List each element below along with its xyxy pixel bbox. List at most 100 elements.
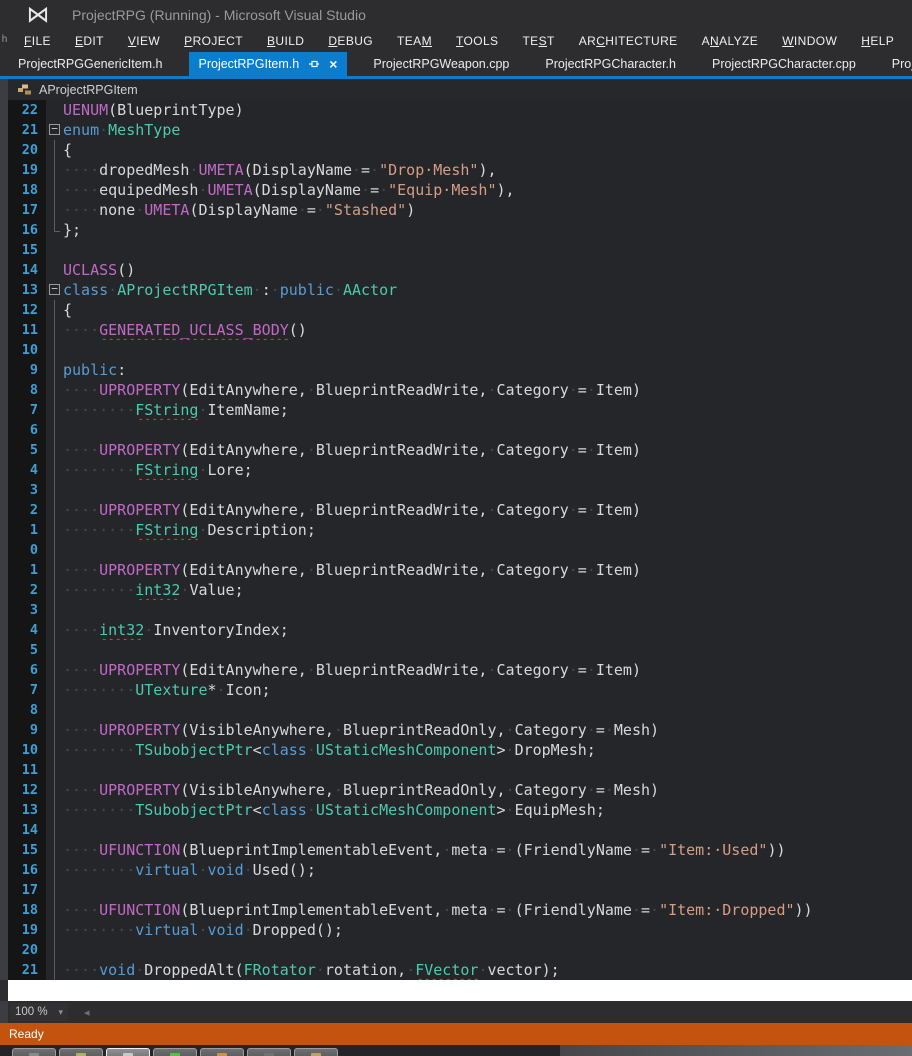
taskbar-button[interactable]: [153, 1048, 197, 1056]
tab-projectrpggenericitem-h[interactable]: ProjectRPGGenericItem.h: [8, 52, 173, 76]
code-line-text: [63, 540, 912, 560]
fold-margin: [46, 580, 63, 600]
code-line-row: 17····none·UMETA(DisplayName·=·"Stashed"…: [0, 200, 912, 220]
close-icon[interactable]: ×: [329, 52, 337, 76]
code-line-row: 20{: [0, 140, 912, 160]
tab-projectrpgcharacter-cpp[interactable]: ProjectRPGCharacter.cpp: [702, 52, 866, 76]
tab-projectrpgitem-h[interactable]: ProjectRPGItem.h×: [189, 52, 348, 76]
menu-item-help[interactable]: HELP: [849, 30, 906, 52]
taskbar-button[interactable]: [106, 1048, 150, 1056]
code-line-text: ········virtual·void·Dropped();: [63, 920, 912, 940]
fold-toggle-icon[interactable]: −: [49, 124, 60, 135]
fold-margin: [46, 960, 63, 980]
fold-guide-line: [54, 400, 55, 420]
window-edge-strip: [0, 400, 8, 420]
code-line-row: 7········FString·ItemName;: [0, 400, 912, 420]
code-line-row: 15: [0, 240, 912, 260]
fold-guide-line: [54, 760, 55, 780]
taskbar-tray-area: [560, 1045, 912, 1056]
fold-margin: [46, 240, 63, 260]
window-edge-strip: [0, 740, 8, 760]
fold-margin: [46, 380, 63, 400]
navigation-bar[interactable]: AProjectRPGItem: [0, 79, 912, 100]
menu-item-window[interactable]: WINDOW: [770, 30, 849, 52]
window-edge-strip: [0, 140, 8, 160]
tab-projectrpg[interactable]: ProjectRPG: [882, 52, 912, 76]
window-edge-strip: [0, 880, 8, 900]
fold-guide-line: [54, 460, 55, 480]
fold-margin: [46, 340, 63, 360]
status-text: Ready: [9, 1027, 44, 1041]
fold-guide-line: [54, 160, 55, 180]
window-edge-strip: [0, 900, 8, 920]
menu-item-tools[interactable]: TOOLS: [444, 30, 510, 52]
line-number: 2: [8, 580, 46, 600]
menu-item-test[interactable]: TEST: [510, 30, 566, 52]
menu-item-view[interactable]: VIEW: [116, 30, 172, 52]
window-edge-strip: [0, 300, 8, 320]
line-number: 4: [8, 620, 46, 640]
menu-item-debug[interactable]: DEBUG: [316, 30, 385, 52]
fold-guide-line: [54, 640, 55, 660]
fold-margin: [46, 820, 63, 840]
window-edge-strip: [0, 100, 8, 120]
code-line-text: ········TSubobjectPtr<class·UStaticMeshC…: [63, 800, 912, 820]
line-number: 18: [8, 180, 46, 200]
autohide-tool-tab[interactable]: h: [0, 30, 9, 52]
tab-label: ProjectRPG: [892, 57, 912, 71]
menu-item-architecture[interactable]: ARCHITECTURE: [567, 30, 690, 52]
fold-margin: [46, 320, 63, 340]
fold-guide-line: [54, 680, 55, 700]
menu-item-file[interactable]: FILE: [12, 30, 63, 52]
pin-icon[interactable]: [308, 58, 320, 70]
code-line-row: 21−enum·MeshType: [0, 120, 912, 140]
line-number: 3: [8, 480, 46, 500]
line-number: 13: [8, 800, 46, 820]
code-line-row: 14: [0, 820, 912, 840]
white-panel: [8, 980, 912, 1001]
code-line-row: 9public:: [0, 360, 912, 380]
line-number: 16: [8, 220, 46, 240]
menu-item-edit[interactable]: EDIT: [63, 30, 116, 52]
fold-margin: −: [46, 280, 63, 300]
code-line-row: 1····UPROPERTY(EditAnywhere,·BlueprintRe…: [0, 560, 912, 580]
fold-guide-line: [54, 300, 55, 320]
menu-item-team[interactable]: TEAM: [385, 30, 444, 52]
line-number: 20: [8, 140, 46, 160]
fold-margin: [46, 940, 63, 960]
line-number: 10: [8, 340, 46, 360]
zoom-level-dropdown[interactable]: 100 % ▾: [10, 1003, 68, 1021]
fold-guide-line: [54, 320, 55, 340]
tab-projectrpgweapon-cpp[interactable]: ProjectRPGWeapon.cpp: [363, 52, 519, 76]
menu-item-build[interactable]: BUILD: [255, 30, 316, 52]
taskbar-button[interactable]: [59, 1048, 103, 1056]
code-line-text: ····void·DroppedAlt(FRotator·rotation,·F…: [63, 960, 912, 980]
taskbar-button[interactable]: [294, 1048, 338, 1056]
code-line-text: ····UPROPERTY(VisibleAnywhere,·Blueprint…: [63, 780, 912, 800]
window-edge-strip: [0, 160, 8, 180]
fold-guide-line: [54, 940, 55, 960]
horizontal-scrollbar[interactable]: [90, 1001, 912, 1023]
window-edge-strip: [0, 920, 8, 940]
fold-margin: [46, 520, 63, 540]
line-number: 14: [8, 820, 46, 840]
fold-margin: [46, 100, 63, 120]
taskbar-button[interactable]: [247, 1048, 291, 1056]
menu-item-project[interactable]: PROJECT: [172, 30, 255, 52]
window-edge-strip: [0, 600, 8, 620]
fold-guide-line: [54, 480, 55, 500]
code-editor[interactable]: 22UENUM(BlueprintType)21−enum·MeshType20…: [0, 100, 912, 980]
fold-margin: [46, 420, 63, 440]
fold-guide-line: [54, 380, 55, 400]
menu-bar: FILEEDITVIEWPROJECTBUILDDEBUGTEAMTOOLSTE…: [0, 30, 912, 52]
fold-guide-line: [54, 820, 55, 840]
taskbar-button[interactable]: [200, 1048, 244, 1056]
breadcrumb-scope-label[interactable]: AProjectRPGItem: [39, 83, 138, 97]
menu-item-analyze[interactable]: ANALYZE: [690, 30, 771, 52]
fold-margin: [46, 220, 63, 240]
taskbar-button[interactable]: [12, 1048, 56, 1056]
code-line-row: 13 ········TSubobjectPtr<class·UStaticMes…: [0, 800, 912, 820]
fold-toggle-icon[interactable]: −: [49, 284, 60, 295]
tab-projectrpgcharacter-h[interactable]: ProjectRPGCharacter.h: [535, 52, 686, 76]
window-edge-strip: [0, 660, 8, 680]
